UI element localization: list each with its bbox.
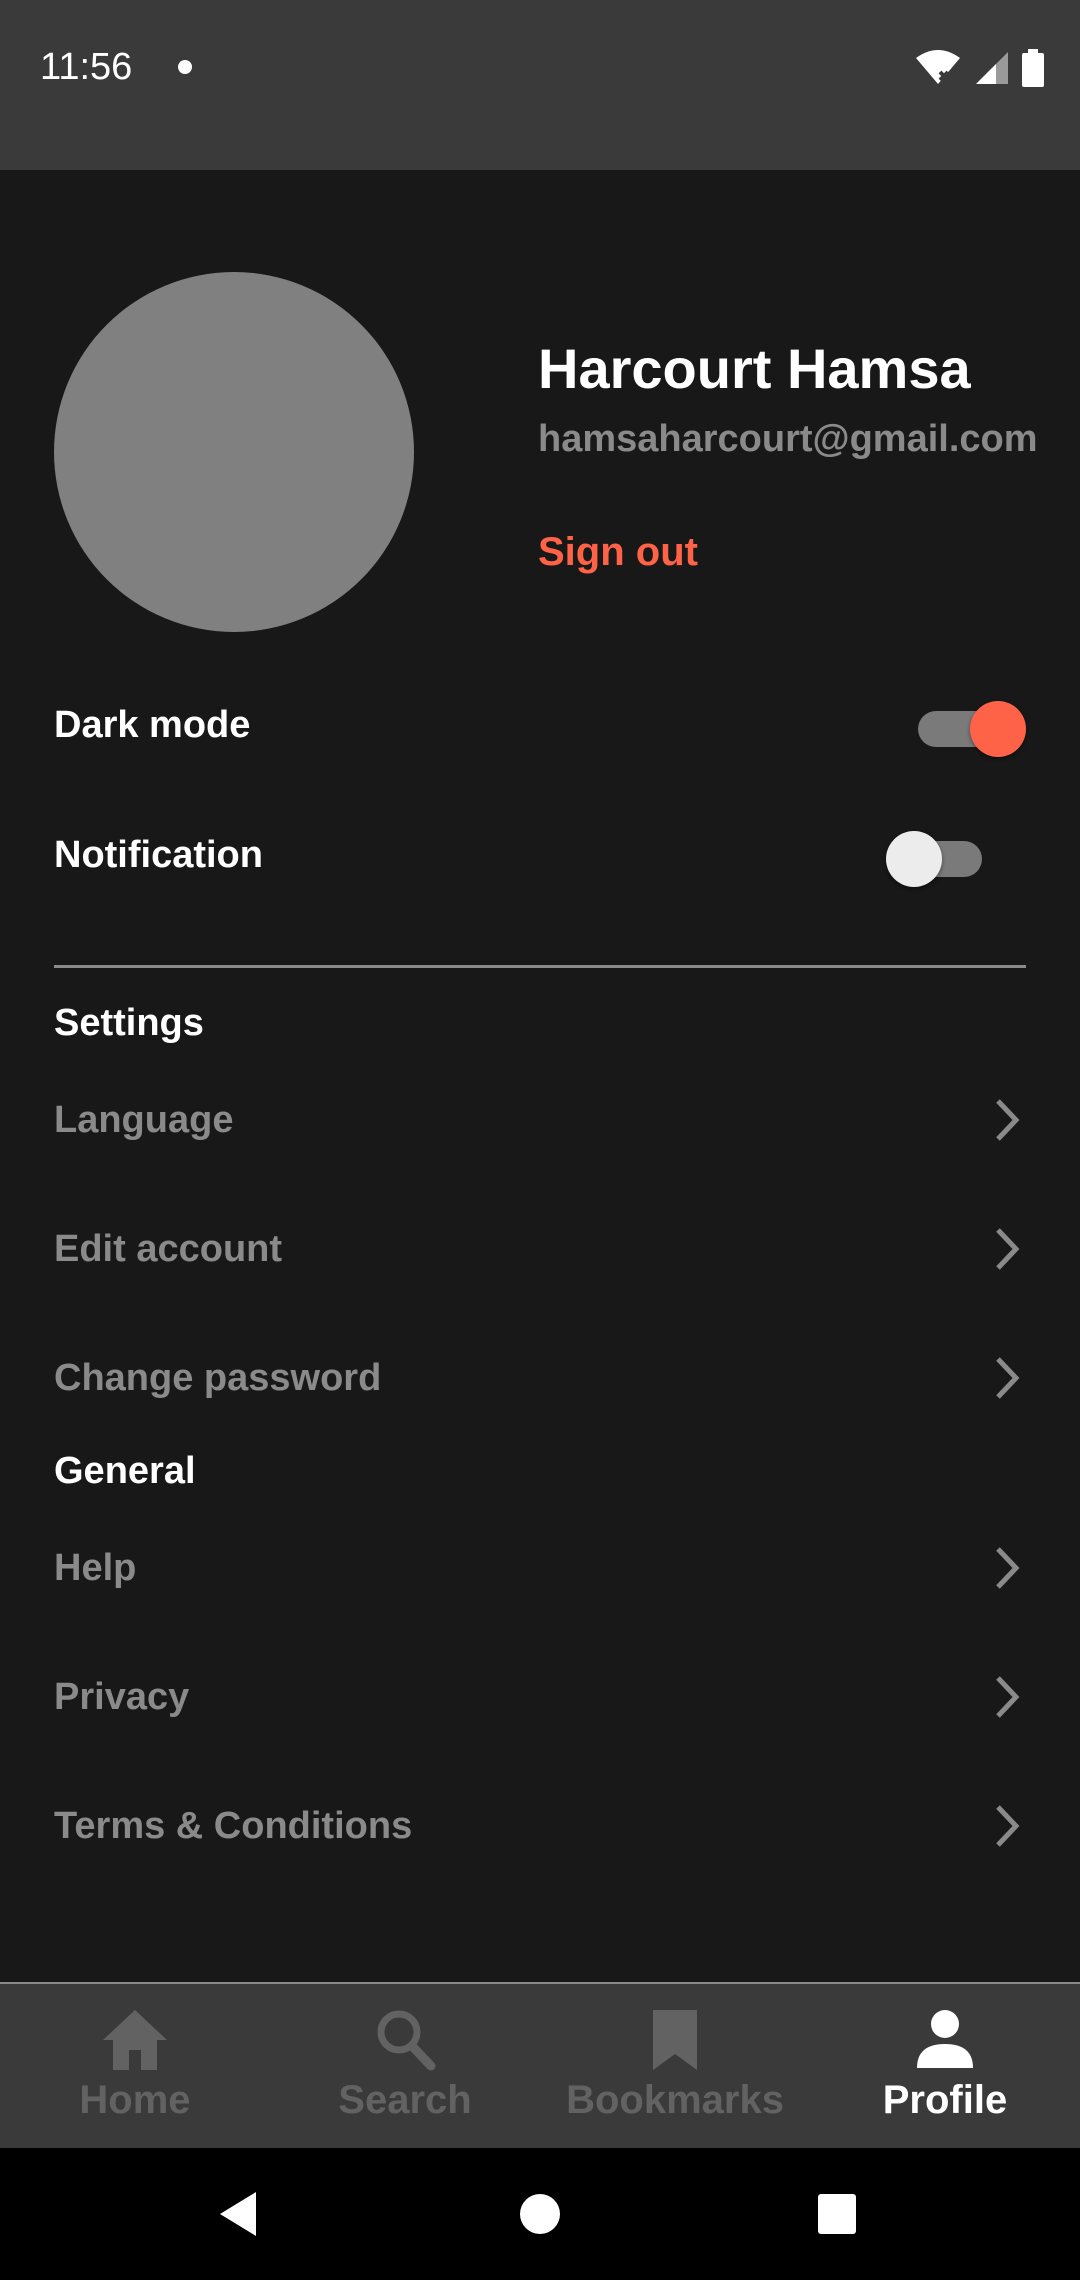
dark-mode-label: Dark mode (54, 703, 251, 746)
cell-signal-icon (976, 52, 1008, 84)
recents-icon[interactable] (816, 2188, 858, 2240)
notification-dot-icon (178, 60, 192, 74)
user-name: Harcourt Hamsa (538, 337, 971, 400)
status-bar: 11:56 (0, 0, 1080, 170)
menu-item-label: Change password (54, 1356, 382, 1399)
notification-row: Notification (54, 810, 1026, 900)
notification-label: Notification (54, 833, 263, 876)
menu-item-label: Help (54, 1546, 137, 1589)
menu-item-label: Privacy (54, 1675, 190, 1718)
avatar (54, 272, 414, 632)
nav-item-search[interactable]: Search (270, 1984, 540, 2148)
bottom-nav: Home Search Bookmarks Profile (0, 1982, 1080, 2148)
chevron-right-icon (996, 1228, 1020, 1270)
nav-item-profile[interactable]: Profile (810, 1984, 1080, 2148)
wifi-off-icon (916, 50, 960, 84)
chevron-right-icon (996, 1676, 1020, 1718)
nav-label: Bookmarks (566, 2078, 784, 2122)
chevron-right-icon (996, 1547, 1020, 1589)
chevron-right-icon (996, 1357, 1020, 1399)
person-icon (917, 2010, 973, 2068)
home-icon (103, 2010, 167, 2070)
settings-section-title: Settings (54, 1002, 204, 1044)
sign-out-button[interactable]: Sign out (538, 530, 698, 575)
notification-toggle-thumb (886, 831, 942, 887)
status-icons (914, 48, 1044, 88)
bookmark-icon (653, 2010, 697, 2070)
chevron-right-icon (996, 1805, 1020, 1847)
dark-mode-row: Dark mode (54, 680, 1026, 770)
notification-toggle[interactable] (886, 825, 996, 887)
dark-mode-toggle-thumb (970, 701, 1026, 757)
menu-item-label: Edit account (54, 1227, 283, 1270)
menu-item-language[interactable]: Language (54, 1070, 1026, 1170)
menu-item-change-password[interactable]: Change password (54, 1328, 1026, 1428)
menu-item-privacy[interactable]: Privacy (54, 1647, 1026, 1747)
dark-mode-toggle[interactable] (908, 695, 1026, 757)
divider (54, 965, 1026, 968)
system-nav-bar (0, 2148, 1080, 2280)
user-email: hamsaharcourt@gmail.com (538, 418, 1038, 460)
nav-label: Home (79, 2078, 191, 2122)
nav-item-bookmarks[interactable]: Bookmarks (540, 1984, 810, 2148)
menu-item-help[interactable]: Help (54, 1518, 1026, 1618)
nav-item-home[interactable]: Home (0, 1984, 270, 2148)
menu-item-terms[interactable]: Terms & Conditions (54, 1776, 1026, 1876)
search-icon (377, 2010, 436, 2071)
menu-item-edit-account[interactable]: Edit account (54, 1199, 1026, 1299)
back-icon[interactable] (214, 2188, 262, 2240)
chevron-right-icon (996, 1099, 1020, 1141)
nav-label: Profile (882, 2078, 1008, 2122)
menu-item-label: Terms & Conditions (54, 1804, 413, 1847)
general-section-title: General (54, 1450, 196, 1492)
home-circle-icon[interactable] (518, 2188, 562, 2240)
battery-icon (1022, 49, 1044, 87)
nav-label: Search (338, 2078, 472, 2122)
menu-item-label: Language (54, 1098, 234, 1141)
status-time: 11:56 (40, 46, 133, 88)
